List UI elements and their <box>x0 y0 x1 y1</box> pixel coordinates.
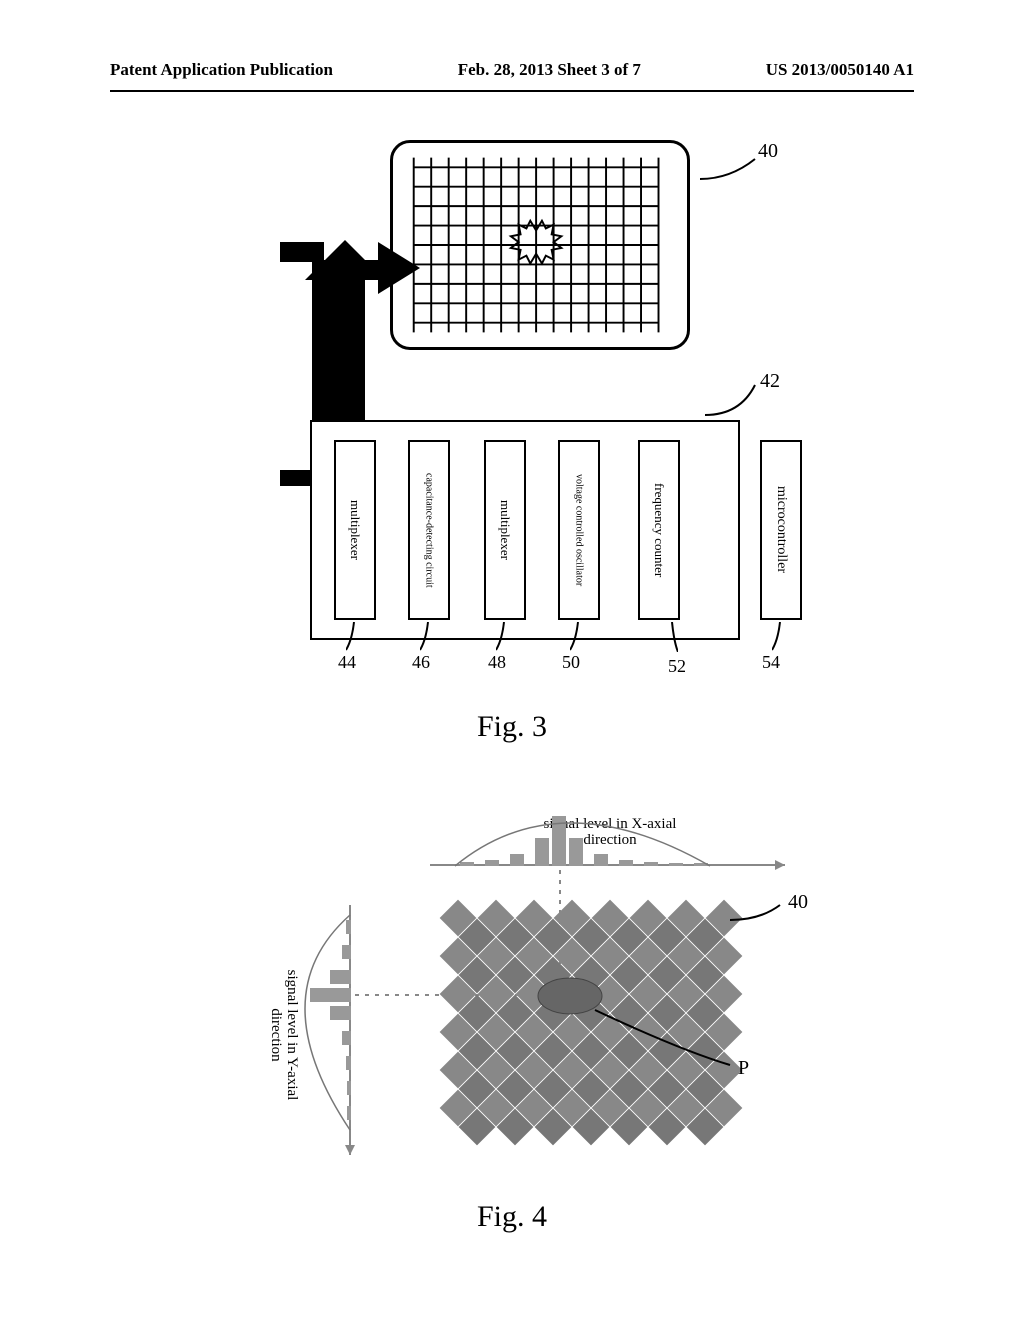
header-right: US 2013/0050140 A1 <box>766 60 914 80</box>
block-frequency-counter: frequency counter <box>638 440 680 620</box>
reference-54: 54 <box>762 652 780 673</box>
figure-3-caption: Fig. 3 <box>0 710 1024 744</box>
reference-P: P <box>738 1057 749 1079</box>
block-vco: voltage controlled oscillator <box>558 440 600 620</box>
figure-4: signal level in X-axialdirection signal … <box>260 810 820 1180</box>
leader-line <box>570 622 590 652</box>
y-axis-label: signal level in Y-axialdirection <box>268 970 300 1101</box>
header-center: Feb. 28, 2013 Sheet 3 of 7 <box>458 60 641 80</box>
block-label: multiplexer <box>498 500 512 560</box>
header-left: Patent Application Publication <box>110 60 333 80</box>
leader-line <box>658 622 678 652</box>
leader-line <box>346 622 366 652</box>
block-microcontroller: microcontroller <box>760 440 802 620</box>
header-rule <box>110 90 914 92</box>
reference-52: 52 <box>668 656 686 677</box>
block-multiplexer-2: multiplexer <box>484 440 526 620</box>
block-label: frequency counter <box>652 483 666 577</box>
leader-line <box>772 622 792 652</box>
reference-40: 40 <box>758 140 778 163</box>
leader-line <box>420 622 440 652</box>
block-label: multiplexer <box>348 500 362 560</box>
reference-44: 44 <box>338 652 356 673</box>
block-multiplexer-1: multiplexer <box>334 440 376 620</box>
figure-3: 40 42 multiplexer capacitance-detecting … <box>260 140 780 650</box>
leader-line-40 <box>700 154 760 184</box>
reference-48: 48 <box>488 652 506 673</box>
page-header: Patent Application Publication Feb. 28, … <box>0 60 1024 80</box>
block-label: microcontroller <box>773 486 789 573</box>
reference-42: 42 <box>760 370 780 393</box>
reference-40-fig4: 40 <box>788 891 808 913</box>
leader-line <box>496 622 516 652</box>
block-label: voltage controlled oscillator <box>574 474 585 586</box>
touch-panel <box>390 140 690 350</box>
block-label: capacitance-detecting circuit <box>424 473 435 588</box>
reference-46: 46 <box>412 652 430 673</box>
reference-50: 50 <box>562 652 580 673</box>
block-capacitance-detecting: capacitance-detecting circuit <box>408 440 450 620</box>
sensor-grid <box>440 900 743 1146</box>
figure-4-caption: Fig. 4 <box>0 1200 1024 1234</box>
